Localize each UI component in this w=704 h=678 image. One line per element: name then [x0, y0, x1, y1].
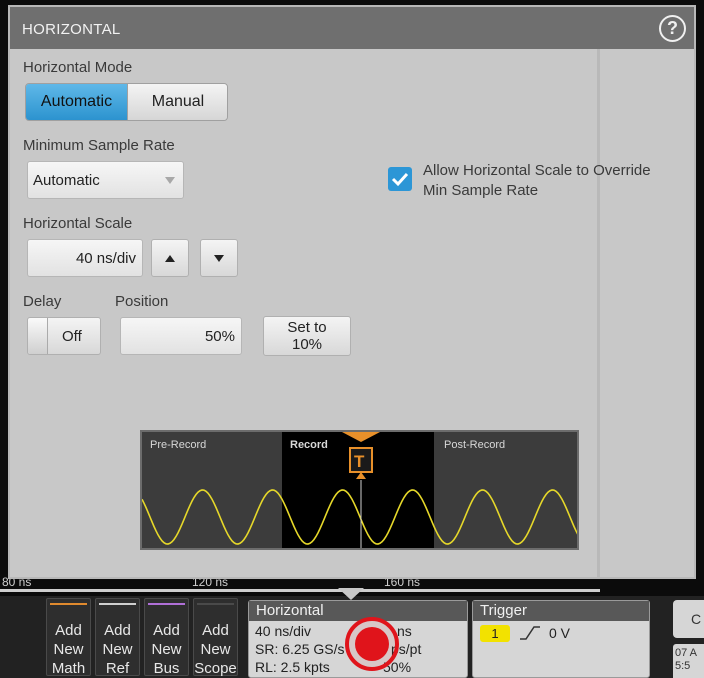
trigger-channel-badge: 1	[480, 625, 510, 642]
mode-manual-button[interactable]: Manual	[127, 84, 227, 120]
badge-pointer-icon	[338, 588, 364, 600]
right-edge-button-label: C	[691, 611, 702, 627]
horizontal-badge[interactable]: Horizontal 40 ns/div ns SR: 6.25 GS/s ps…	[248, 600, 468, 678]
help-icon[interactable]: ?	[659, 15, 686, 42]
delay-toggle[interactable]: Off	[27, 317, 101, 355]
horizontal-mode-label: Horizontal Mode	[23, 59, 133, 76]
override-checkbox[interactable]	[388, 167, 412, 191]
panel-title: HORIZONTAL	[22, 21, 121, 38]
scale-up-button[interactable]	[151, 239, 189, 277]
mode-automatic-button[interactable]: Automatic	[26, 84, 127, 120]
horizontal-mode-toggle: Automatic Manual	[25, 83, 228, 121]
panel-header: HORIZONTAL ?	[10, 7, 694, 49]
set-to-line2: 10%	[291, 336, 323, 353]
override-label-line1: Allow Horizontal Scale to Override	[423, 162, 651, 179]
horizontal-scale-label: Horizontal Scale	[23, 215, 133, 232]
position-label: Position	[115, 293, 169, 310]
record-diagram: Pre-Record Record Post-Record T	[140, 430, 579, 550]
checkmark-icon	[391, 172, 409, 187]
time-line: 5:5	[675, 660, 691, 672]
horizontal-settings-panel: HORIZONTAL ? Horizontal Mode Automatic M…	[8, 5, 696, 579]
trigger-badge-title: Trigger	[473, 601, 649, 621]
delay-toggle-value: Off	[62, 328, 82, 345]
badge-sample-rate: SR: 6.25 GS/s	[255, 641, 345, 657]
add-new-ref-button[interactable]: Add New Ref	[95, 598, 140, 677]
badge-record-length: RL: 2.5 kpts	[255, 659, 330, 675]
date-line: 07 A	[675, 647, 698, 659]
add-new-bus-button[interactable]: Add New Bus	[144, 598, 189, 677]
dropdown-arrow-icon	[165, 177, 175, 184]
color-bar	[99, 603, 136, 605]
override-checkbox-label: Allow Horizontal Scale to Override Min S…	[423, 161, 694, 201]
arrow-up-icon	[165, 254, 175, 262]
trigger-badge[interactable]: Trigger 1 0 V	[472, 600, 650, 678]
override-label-line2: Min Sample Rate	[423, 182, 539, 199]
toggle-knob	[28, 318, 48, 354]
rising-edge-icon	[520, 626, 540, 640]
min-sample-rate-dropdown[interactable]: Automatic	[27, 161, 184, 199]
horizontal-badge-title: Horizontal	[249, 601, 467, 621]
color-bar	[50, 603, 87, 605]
button-label: Add New Math	[51, 622, 86, 677]
min-sample-rate-value: Automatic	[33, 172, 100, 189]
arrow-down-icon	[214, 254, 224, 262]
badge-delay: ns	[397, 623, 412, 639]
color-bar	[148, 603, 185, 605]
button-label: Add New Bus	[151, 622, 182, 677]
horizontal-scale-field[interactable]: 40 ns/div	[27, 239, 143, 277]
position-field[interactable]: 50%	[120, 317, 242, 355]
set-to-10-button[interactable]: Set to 10%	[263, 316, 351, 356]
horizontal-scale-value: 40 ns/div	[75, 250, 136, 267]
badge-scale: 40 ns/div	[255, 623, 312, 639]
position-value: 50%	[204, 328, 235, 345]
add-new-math-button[interactable]: Add New Math	[46, 598, 91, 677]
add-new-scope-button[interactable]: Add New Scope	[193, 598, 238, 677]
set-to-line1: Set to	[287, 319, 327, 336]
scale-down-button[interactable]	[200, 239, 238, 277]
color-bar	[197, 603, 234, 605]
delay-label: Delay	[23, 293, 62, 310]
trigger-marker-label: T	[354, 452, 365, 471]
min-sample-rate-label: Minimum Sample Rate	[23, 137, 175, 154]
trigger-level: 0 V	[549, 625, 571, 641]
right-edge-button[interactable]: C	[673, 600, 704, 638]
touch-indicator-dot	[355, 627, 389, 661]
button-label: Add New Ref	[102, 622, 133, 677]
date-time-display: 07 A 5:5	[673, 644, 704, 678]
button-label: Add New Scope	[194, 622, 237, 677]
panel-divider	[597, 49, 600, 577]
